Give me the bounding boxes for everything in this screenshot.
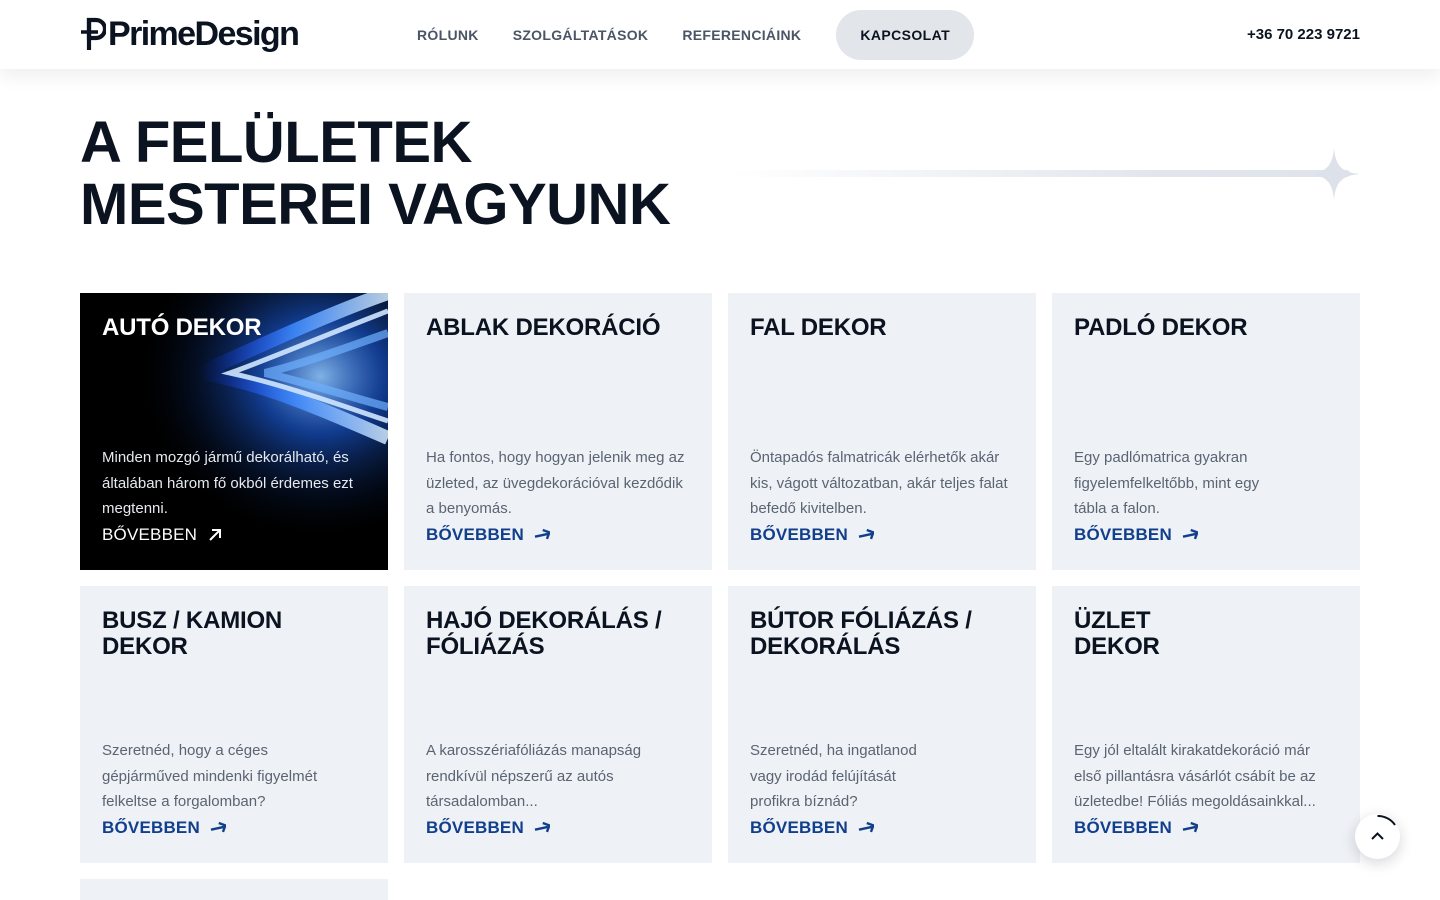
card-title: ÜZLET DEKOR [1074, 607, 1160, 660]
card-more-link[interactable]: BŐVEBBEN [1074, 525, 1198, 545]
service-card-boat[interactable]: HAJÓ DEKORÁLÁS / FÓLIÁZÁS A karosszériaf… [404, 586, 712, 863]
card-more-label: BŐVEBBEN [750, 818, 848, 837]
service-card-furniture[interactable]: BÚTOR FÓLIÁZÁS / DEKORÁLÁS Szeretnéd, ha… [728, 586, 1036, 863]
card-title: ABLAK DEKORÁCIÓ [426, 314, 661, 341]
decorative-line [730, 170, 1350, 177]
card-more-link[interactable]: BŐVEBBEN [102, 525, 223, 545]
card-more-link[interactable]: BŐVEBBEN [750, 818, 874, 838]
service-card-floor[interactable]: PADLÓ DEKOR Egy padlómatrica gyakran fig… [1052, 293, 1360, 570]
card-title: HAJÓ DEKORÁLÁS / FÓLIÁZÁS [426, 607, 662, 660]
service-card-next-partial [80, 879, 388, 900]
card-more-link[interactable]: BŐVEBBEN [1074, 818, 1198, 838]
contact-button[interactable]: KAPCSOLAT [836, 10, 975, 60]
arrow-right-icon [858, 528, 874, 540]
card-more-label: BŐVEBBEN [426, 818, 524, 837]
service-card-bus-truck[interactable]: BUSZ / KAMION DEKOR Szeretnéd, hogy a cé… [80, 586, 388, 863]
card-more-label: BŐVEBBEN [102, 525, 198, 544]
card-more-label: BŐVEBBEN [1074, 525, 1172, 544]
card-title: BUSZ / KAMION DEKOR [102, 607, 283, 660]
arrow-right-icon [534, 528, 550, 540]
page-title-line-2: MESTEREI VAGYUNK [80, 172, 671, 237]
logo-mark-icon [81, 17, 106, 50]
nav-item-references[interactable]: REFERENCIÁINK [682, 27, 801, 43]
logo-text: PrimeDesign [108, 15, 300, 53]
card-description: Minden mozgó jármű dekorálható, és által… [102, 449, 353, 517]
arrow-right-icon [858, 821, 874, 833]
site-header: PrimeDesign RÓLUNK SZOLGÁLTATÁSOK REFERE… [0, 0, 1440, 69]
card-more-label: BŐVEBBEN [102, 818, 200, 837]
sparkle-icon [1308, 148, 1360, 200]
phone-link[interactable]: +36 70 223 9721 [1247, 26, 1360, 43]
card-more-label: BŐVEBBEN [750, 525, 848, 544]
card-description: Öntapadós falmatricák elérhetők akár kis… [750, 449, 1008, 517]
card-more-label: BŐVEBBEN [426, 525, 524, 544]
nav-item-about[interactable]: RÓLUNK [417, 27, 479, 43]
card-description: Egy jól eltalált kirakatdekoráció már el… [1074, 742, 1316, 810]
card-description: Szeretnéd, ha ingatlanod vagy irodád fel… [750, 742, 917, 810]
arrow-up-right-icon [209, 529, 222, 541]
card-description: A karosszériafóliázás manapság rendkívül… [426, 742, 642, 810]
page-title-line-1: A FELÜLETEK [80, 110, 472, 175]
arrow-right-icon [534, 821, 550, 833]
service-card-window[interactable]: ABLAK DEKORÁCIÓ Ha fontos, hogy hogyan j… [404, 293, 712, 570]
nav-item-services[interactable]: SZOLGÁLTATÁSOK [513, 27, 649, 43]
service-card-wall[interactable]: FAL DEKOR Öntapadós falmatricák elérhető… [728, 293, 1036, 570]
card-more-link[interactable]: BŐVEBBEN [426, 818, 550, 838]
main-nav: RÓLUNK SZOLGÁLTATÁSOK REFERENCIÁINK KAPC… [400, 10, 975, 60]
card-description: Szeretnéd, hogy a céges gépjárműved mind… [102, 742, 318, 810]
chevron-up-icon [1371, 814, 1396, 840]
page-title: A FELÜLETEK MESTEREI VAGYUNK [80, 110, 671, 237]
card-title: BÚTOR FÓLIÁZÁS / DEKORÁLÁS [750, 607, 972, 660]
card-title: PADLÓ DEKOR [1074, 314, 1248, 341]
arrow-right-icon [210, 821, 226, 833]
card-more-link[interactable]: BŐVEBBEN [426, 525, 550, 545]
card-more-link[interactable]: BŐVEBBEN [750, 525, 874, 545]
service-card-shop[interactable]: ÜZLET DEKOR Egy jól eltalált kirakatdeko… [1052, 586, 1360, 863]
logo[interactable]: PrimeDesign [80, 14, 300, 54]
service-card-auto[interactable]: AUTÓ DEKOR Minden mozgó jármű dekorálhat… [80, 293, 388, 570]
scroll-to-top-button[interactable] [1355, 814, 1400, 859]
arrow-right-icon [1182, 821, 1198, 833]
card-title: AUTÓ DEKOR [102, 314, 262, 341]
arrow-right-icon [1182, 528, 1198, 540]
card-description: Egy padlómatrica gyakran figyelemfelkelt… [1074, 449, 1260, 517]
card-title: FAL DEKOR [750, 314, 887, 341]
card-description: Ha fontos, hogy hogyan jelenik meg az üz… [426, 449, 685, 517]
card-more-label: BŐVEBBEN [1074, 818, 1172, 837]
card-more-link[interactable]: BŐVEBBEN [102, 818, 226, 838]
